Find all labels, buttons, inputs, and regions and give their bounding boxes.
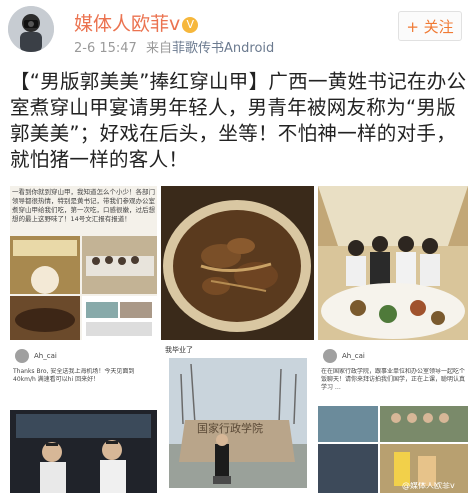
- username-text[interactable]: 媒体人欧菲v: [74, 13, 180, 35]
- image-6-text: 在在国家行政学院，跟事业单位和办公室领导一起吃个饭聊天！请你来拜访拍我们国学，正…: [321, 368, 465, 391]
- post-header: 媒体人欧菲v V 2-6 15:47 来自菲歌传书Android + 关注: [0, 0, 475, 62]
- banquet-group-photo: [318, 186, 468, 340]
- academy-gate-photo: [161, 344, 314, 493]
- post-date: 2-6 15:47: [74, 41, 137, 56]
- username[interactable]: 媒体人欧菲v V: [74, 9, 199, 36]
- source-app[interactable]: 菲歌传书Android: [172, 41, 274, 56]
- post-image-2[interactable]: [161, 186, 314, 340]
- image-6-account: Ah_cai: [342, 352, 365, 360]
- image-4-text: Thanks Bro, 安全送我上海机场！今天见面到40km/h 满速看可以hi…: [13, 368, 135, 383]
- academy-sign-text: 国家行政学院: [197, 422, 263, 435]
- post-meta: 2-6 15:47 来自菲歌传书Android: [74, 37, 274, 56]
- post-image-4[interactable]: Ah_cai Thanks Bro, 安全送我上海机场！今天见面到40km/h …: [10, 344, 157, 493]
- post-image-3[interactable]: [318, 186, 468, 340]
- post-image-1[interactable]: 一看到你就到穿山甲，我知道怎么个小少！各部门领导都很热情，特别是黄书记，带我们参…: [10, 186, 157, 340]
- follow-button[interactable]: + 关注: [398, 11, 462, 41]
- avatar[interactable]: [8, 6, 54, 52]
- image-4-account: Ah_cai: [34, 352, 57, 360]
- post-text: 【“男版郭美美”捧红穿山甲】广西一黄姓书记在办公室煮穿山甲宴请男年轻人，男青年被…: [10, 70, 467, 171]
- image-5-label: 我毕业了: [165, 346, 193, 354]
- watermark: @媒体人欧菲v: [402, 482, 455, 490]
- avatar-photo: [8, 6, 54, 52]
- vip-badge-icon: V: [182, 17, 199, 33]
- pangolin-dish-photo: [161, 186, 314, 340]
- pilots-photo: [10, 344, 157, 493]
- post-image-6[interactable]: Ah_cai 在在国家行政学院，跟事业单位和办公室领导一起吃个饭聊天！请你来拜访…: [318, 344, 468, 493]
- post-image-5[interactable]: 我毕业了 国家行政学院: [161, 344, 314, 493]
- group-photos-collage: [318, 344, 468, 493]
- source-prefix: 来自: [145, 41, 172, 56]
- image-1-caption: 一看到你就到穿山甲，我知道怎么个小少！各部门领导都很热情，特别是黄书记，带我们参…: [12, 188, 155, 223]
